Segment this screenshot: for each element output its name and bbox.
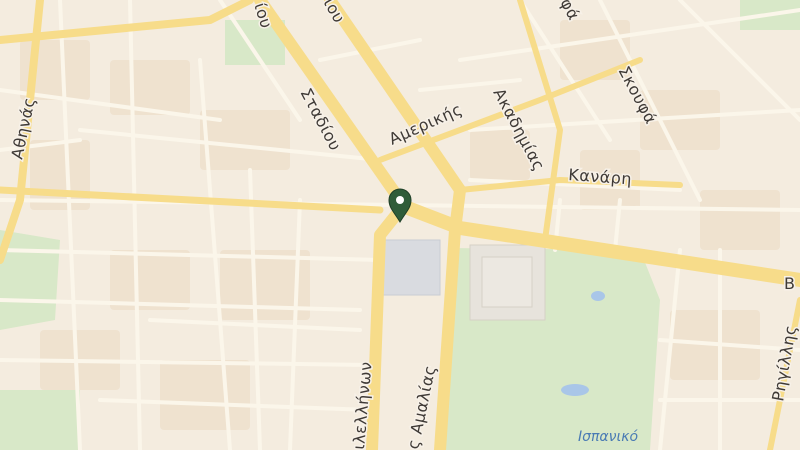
street-label-edge-b: B bbox=[784, 274, 795, 293]
map-view[interactable]: Αθηνάς Σταδίου ίου ιου Αμερικής Ακαδημία… bbox=[0, 0, 800, 450]
park-bottom-left bbox=[0, 390, 80, 450]
place-label-ispaniko: Ισπανικό bbox=[578, 429, 638, 445]
pond bbox=[561, 384, 589, 396]
pond-small bbox=[591, 291, 605, 301]
syntagma-square bbox=[377, 239, 441, 296]
map-canvas[interactable]: Αθηνάς Σταδίου ίου ιου Αμερικής Ακαδημία… bbox=[0, 0, 800, 450]
